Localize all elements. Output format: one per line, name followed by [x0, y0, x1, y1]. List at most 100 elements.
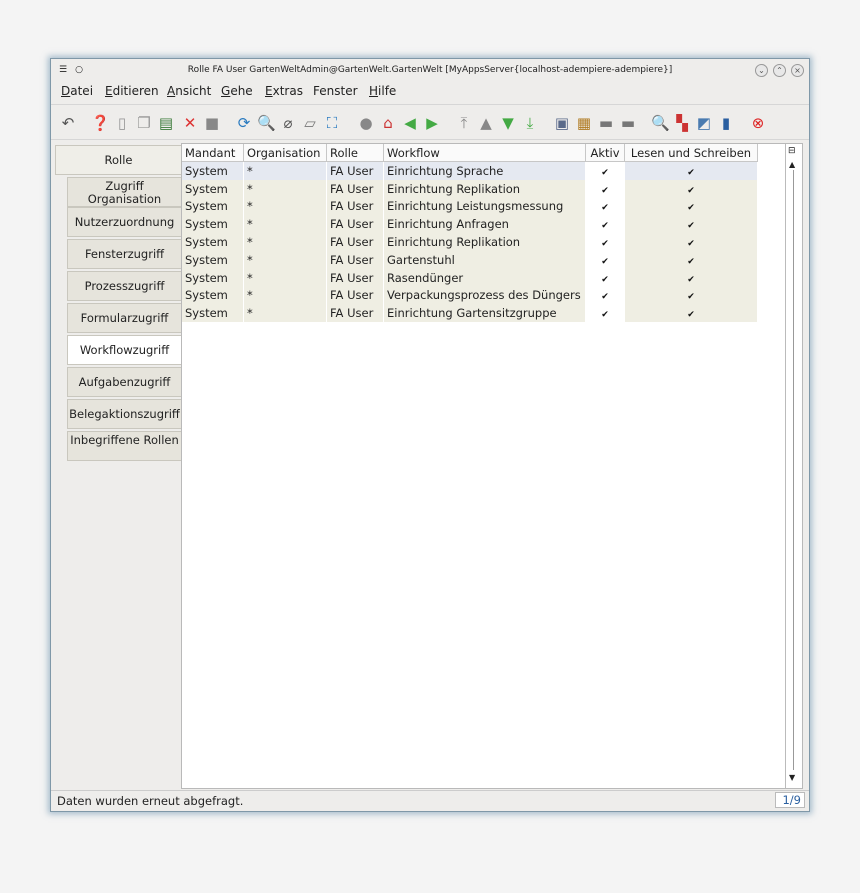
cell-organisation[interactable]: *: [243, 250, 327, 269]
chat-icon[interactable]: ▱: [301, 114, 319, 132]
cell-aktiv[interactable]: ✔: [585, 161, 625, 180]
print-preview-icon[interactable]: ▬: [597, 114, 615, 132]
table-row[interactable]: System * FA User Einrichtung Gartensitzgrup…: [182, 304, 758, 323]
cell-rolle[interactable]: FA User: [326, 286, 384, 305]
save-icon[interactable]: ■: [203, 114, 221, 132]
cell-aktiv[interactable]: ✔: [585, 215, 625, 234]
workflow-icon[interactable]: ▚: [673, 114, 691, 132]
detail-record-icon[interactable]: ▶: [423, 114, 441, 132]
tab-workflowzugriff[interactable]: Workflowzugriff: [67, 335, 181, 365]
cell-rolle[interactable]: FA User: [326, 197, 384, 216]
cell-lesen-schreiben[interactable]: ✔: [624, 233, 758, 251]
column-header-workflow[interactable]: Workflow: [383, 144, 586, 162]
report-icon[interactable]: ▣: [553, 114, 571, 132]
first-record-icon[interactable]: ⤒: [455, 114, 473, 132]
cell-rolle[interactable]: FA User: [326, 161, 384, 180]
cell-rolle[interactable]: FA User: [326, 268, 384, 287]
table-row[interactable]: System * FA User Einrichtung Leistungsmessu…: [182, 197, 758, 216]
checkbox-checked-icon[interactable]: ✔: [601, 204, 610, 213]
cell-organisation[interactable]: *: [243, 161, 327, 180]
column-config-icon[interactable]: ⊟: [788, 146, 796, 156]
checkbox-checked-icon[interactable]: ✔: [601, 186, 610, 196]
tab-inbegriffene-rollen[interactable]: Inbegriffene Rollen: [67, 431, 181, 461]
find-icon[interactable]: 🔍: [257, 114, 276, 132]
record-count[interactable]: 1/9: [775, 792, 805, 808]
menu-gehe[interactable]: Gehe: [221, 84, 253, 98]
table-row[interactable]: System * FA User Gartenstuhl ✔ ✔: [182, 250, 758, 269]
cell-mandant[interactable]: System: [182, 233, 244, 251]
next-record-icon[interactable]: ▼: [499, 114, 517, 132]
cell-aktiv[interactable]: ✔: [585, 250, 625, 269]
cell-workflow[interactable]: Einrichtung Replikation: [383, 233, 586, 251]
cell-mandant[interactable]: System: [182, 215, 244, 234]
zoom-across-icon[interactable]: 🔍: [651, 114, 670, 132]
checkbox-checked-icon[interactable]: ✔: [687, 311, 696, 320]
cell-rolle[interactable]: FA User: [326, 215, 384, 234]
cell-organisation[interactable]: *: [243, 197, 327, 216]
menu-extras[interactable]: Extras: [265, 84, 303, 98]
grid-toggle-icon[interactable]: ⛶: [323, 114, 341, 132]
menu-editieren[interactable]: Editieren: [105, 84, 159, 98]
checkbox-checked-icon[interactable]: ✔: [687, 257, 696, 267]
cell-aktiv[interactable]: ✔: [585, 304, 625, 323]
tab-zugriff-organisation[interactable]: Zugriff Organisation: [67, 177, 181, 207]
table-row[interactable]: System * FA User Einrichtung Sprache ✔ ✔: [182, 161, 758, 180]
table-row[interactable]: System * FA User Einrichtung Replikation ✔ ✔: [182, 233, 758, 251]
end-icon[interactable]: ⊗: [749, 114, 767, 132]
tab-formularzugriff[interactable]: Formularzugriff: [67, 303, 181, 333]
cell-mandant[interactable]: System: [182, 286, 244, 305]
history-icon[interactable]: ●: [357, 114, 375, 132]
scroll-down-icon[interactable]: ▼: [789, 773, 795, 782]
cell-mandant[interactable]: System: [182, 179, 244, 198]
new-record-icon[interactable]: ▯: [113, 114, 131, 132]
checkbox-checked-icon[interactable]: ✔: [687, 222, 696, 231]
cell-workflow[interactable]: Einrichtung Anfragen: [383, 215, 586, 234]
column-header-lesen-schreiben[interactable]: Lesen und Schreiben: [624, 144, 758, 162]
tab-prozesszugriff[interactable]: Prozesszugriff: [67, 271, 181, 301]
cell-organisation[interactable]: *: [243, 215, 327, 234]
tab-fensterzugriff[interactable]: Fensterzugriff: [67, 239, 181, 269]
cell-lesen-schreiben[interactable]: ✔: [624, 250, 758, 269]
checkbox-checked-icon[interactable]: ✔: [601, 311, 610, 320]
close-icon[interactable]: ×: [791, 64, 804, 77]
tab-nutzerzuordnung[interactable]: Nutzerzuordnung: [67, 207, 181, 237]
multi-record-icon[interactable]: ▤: [157, 114, 175, 132]
column-header-mandant[interactable]: Mandant: [182, 144, 244, 162]
table-row[interactable]: System * FA User Rasendünger ✔ ✔: [182, 268, 758, 287]
cell-lesen-schreiben[interactable]: ✔: [624, 161, 758, 180]
cell-workflow[interactable]: Verpackungsprozess des Düngers: [383, 286, 586, 305]
previous-record-icon[interactable]: ▲: [477, 114, 495, 132]
checkbox-checked-icon[interactable]: ✔: [601, 222, 610, 231]
checkbox-checked-icon[interactable]: ✔: [687, 204, 696, 213]
table-row[interactable]: System * FA User Verpackungsprozess des Dün…: [182, 286, 758, 305]
cell-lesen-schreiben[interactable]: ✔: [624, 197, 758, 216]
parent-record-icon[interactable]: ◀: [401, 114, 419, 132]
cell-aktiv[interactable]: ✔: [585, 197, 625, 216]
menu-fenster[interactable]: Fenster: [313, 84, 358, 98]
cell-lesen-schreiben[interactable]: ✔: [624, 268, 758, 287]
cell-workflow[interactable]: Einrichtung Leistungsmessung: [383, 197, 586, 216]
minimize-icon[interactable]: ⌄: [755, 64, 768, 77]
checkbox-checked-icon[interactable]: ✔: [601, 257, 610, 267]
cell-organisation[interactable]: *: [243, 286, 327, 305]
checkbox-checked-icon[interactable]: ✔: [601, 168, 610, 178]
cell-mandant[interactable]: System: [182, 161, 244, 180]
menu-hilfe[interactable]: Hilfe: [369, 84, 396, 98]
cell-organisation[interactable]: *: [243, 179, 327, 198]
cell-rolle[interactable]: FA User: [326, 233, 384, 251]
cell-organisation[interactable]: *: [243, 304, 327, 323]
cell-lesen-schreiben[interactable]: ✔: [624, 304, 758, 323]
cell-lesen-schreiben[interactable]: ✔: [624, 179, 758, 198]
cell-mandant[interactable]: System: [182, 197, 244, 216]
cell-aktiv[interactable]: ✔: [585, 233, 625, 251]
cell-rolle[interactable]: FA User: [326, 250, 384, 269]
scroll-track[interactable]: [793, 170, 794, 770]
column-header-organisation[interactable]: Organisation: [243, 144, 327, 162]
cell-aktiv[interactable]: ✔: [585, 286, 625, 305]
help-icon[interactable]: ❓: [91, 114, 110, 132]
vertical-scrollbar[interactable]: ⊟ ▲ ▼: [785, 144, 802, 788]
cell-aktiv[interactable]: ✔: [585, 179, 625, 198]
cell-workflow[interactable]: Einrichtung Replikation: [383, 179, 586, 198]
cell-organisation[interactable]: *: [243, 233, 327, 251]
last-record-icon[interactable]: ⤓: [521, 114, 539, 132]
